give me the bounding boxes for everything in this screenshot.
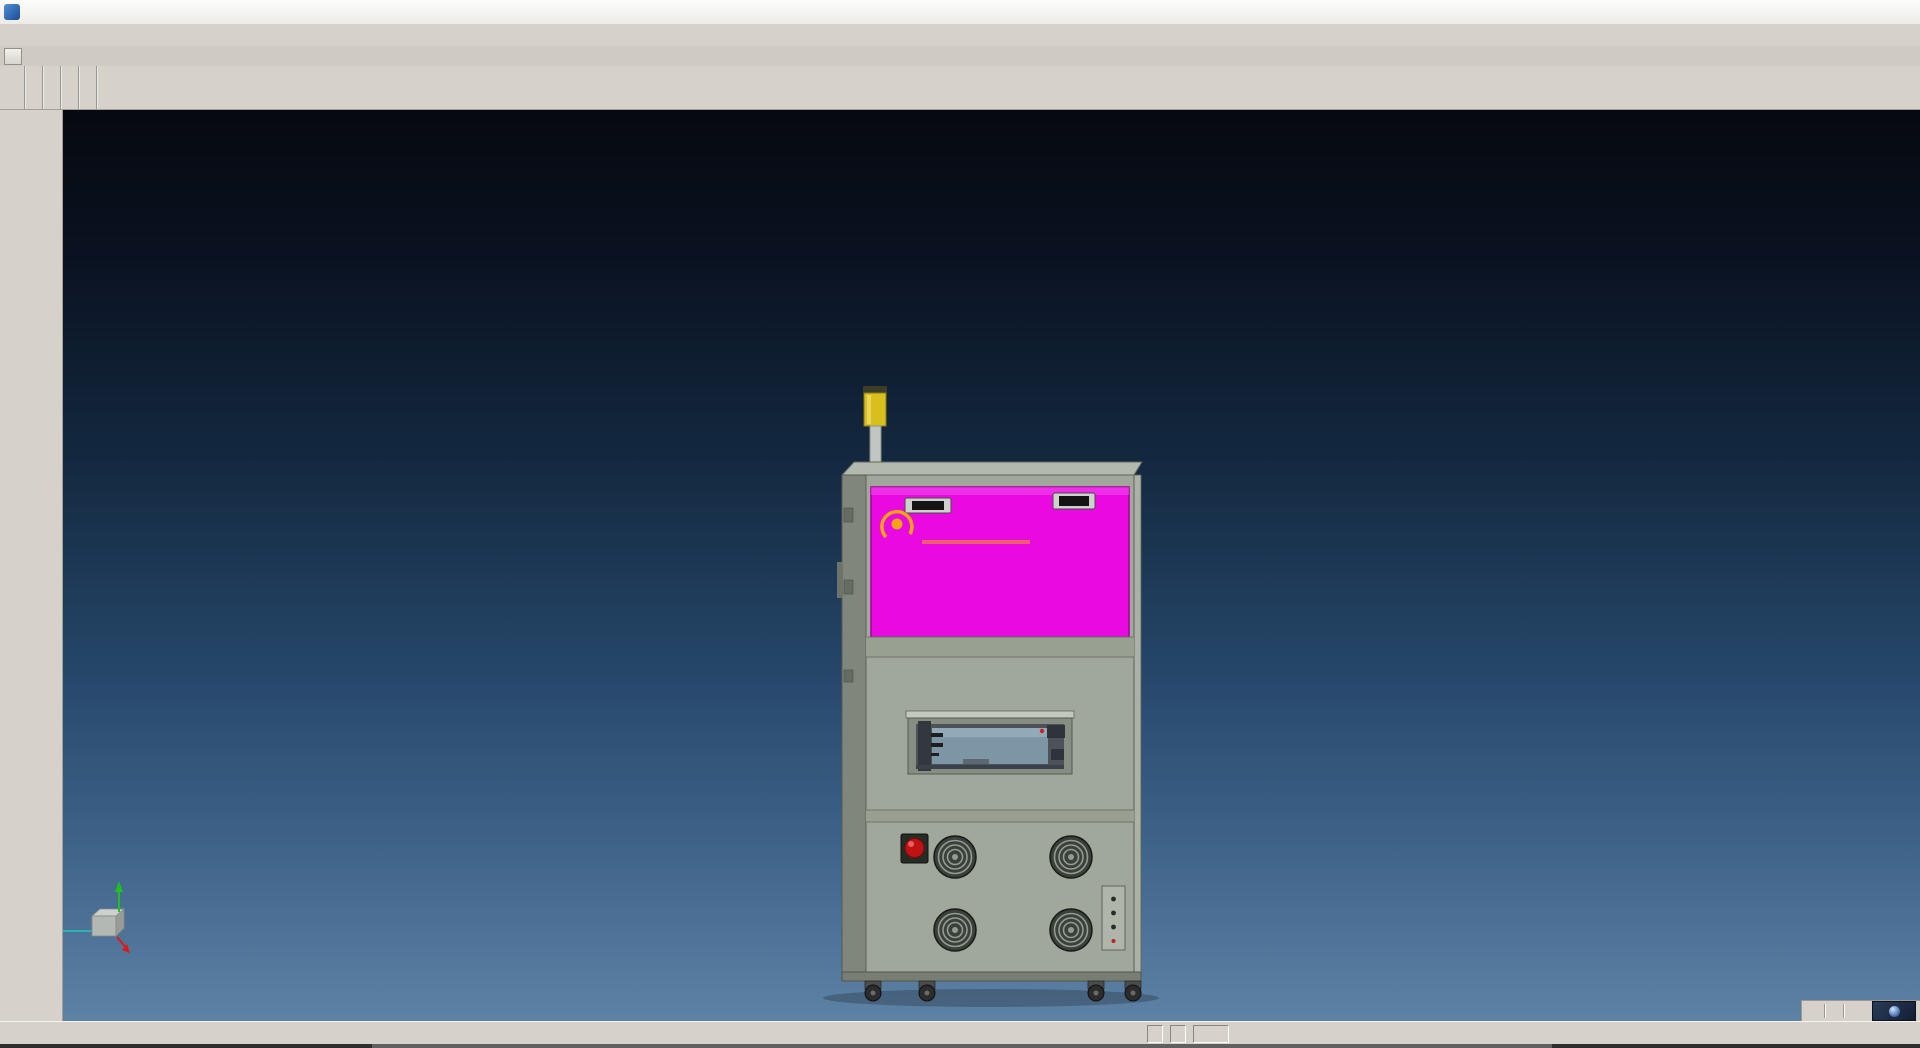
scale-readout: [1147, 1025, 1163, 1043]
fan-grille: [1050, 909, 1092, 951]
cabinet-band: [866, 810, 1134, 822]
fan-grille: [1050, 836, 1092, 878]
titlebar: [0, 0, 1920, 25]
left-tool-dock: [0, 110, 63, 1021]
cabinet-right-edge: [1134, 475, 1141, 972]
visi-application-window: [0, 0, 1920, 1048]
viewport-canvas[interactable]: [63, 110, 1920, 1021]
caster-wheel: [865, 981, 881, 1001]
cabinet-top-face: [842, 462, 1142, 475]
door-handle: [905, 498, 951, 513]
cabinet-band: [866, 637, 1134, 657]
toolbar-group-properties-filter: [8, 66, 24, 109]
taskbar-edge: [0, 1044, 1920, 1048]
model-render: [63, 110, 1920, 1021]
fan-grille: [934, 909, 976, 951]
ribbon-tabbar: [0, 46, 1920, 67]
app-icon[interactable]: [4, 4, 20, 20]
sphere-icon: [1889, 1006, 1900, 1017]
caster-wheel: [919, 981, 935, 1001]
emergency-stop-button: [901, 834, 928, 863]
toolbar-group-view: [60, 66, 78, 109]
render-preview-box[interactable]: [1872, 1001, 1916, 1021]
door-handle: [1053, 493, 1095, 509]
coordinates-readout: [1193, 1025, 1229, 1043]
tab-dropdown-icon[interactable]: [4, 48, 22, 65]
magenta-door-panel: [871, 487, 1129, 637]
toolbar-group-image-advanced: [42, 66, 60, 109]
machine-cabinet: [837, 462, 1142, 1001]
view-status-overlay: [1801, 1000, 1920, 1021]
separator: [1843, 1004, 1844, 1018]
units-readout: [1170, 1025, 1186, 1043]
workspace: [0, 110, 1920, 1021]
side-control-panel: [1102, 886, 1125, 950]
taskbar-edge-segment: [372, 1044, 1552, 1048]
menubar: [0, 24, 1920, 47]
toolbar-group-graphics: [24, 66, 42, 109]
caster-wheel: [1088, 981, 1104, 1001]
statusbar-spacer: [0, 1033, 1128, 1034]
toolbar-group-workplane: [78, 66, 96, 109]
caster-wheel: [1125, 981, 1141, 1001]
main-toolbar: [0, 66, 1920, 110]
signal-tower: [863, 386, 887, 470]
fan-grille: [934, 836, 976, 878]
logo-subtext: [922, 540, 1030, 544]
toolbar-group-system: [96, 66, 114, 109]
statusbar: [0, 1021, 1920, 1045]
fixture-slot: [906, 711, 1074, 774]
axis-triad: [63, 881, 130, 953]
cabinet-left-side: [837, 475, 866, 972]
cabinet-base: [842, 972, 1141, 981]
separator: [1824, 1004, 1825, 1018]
